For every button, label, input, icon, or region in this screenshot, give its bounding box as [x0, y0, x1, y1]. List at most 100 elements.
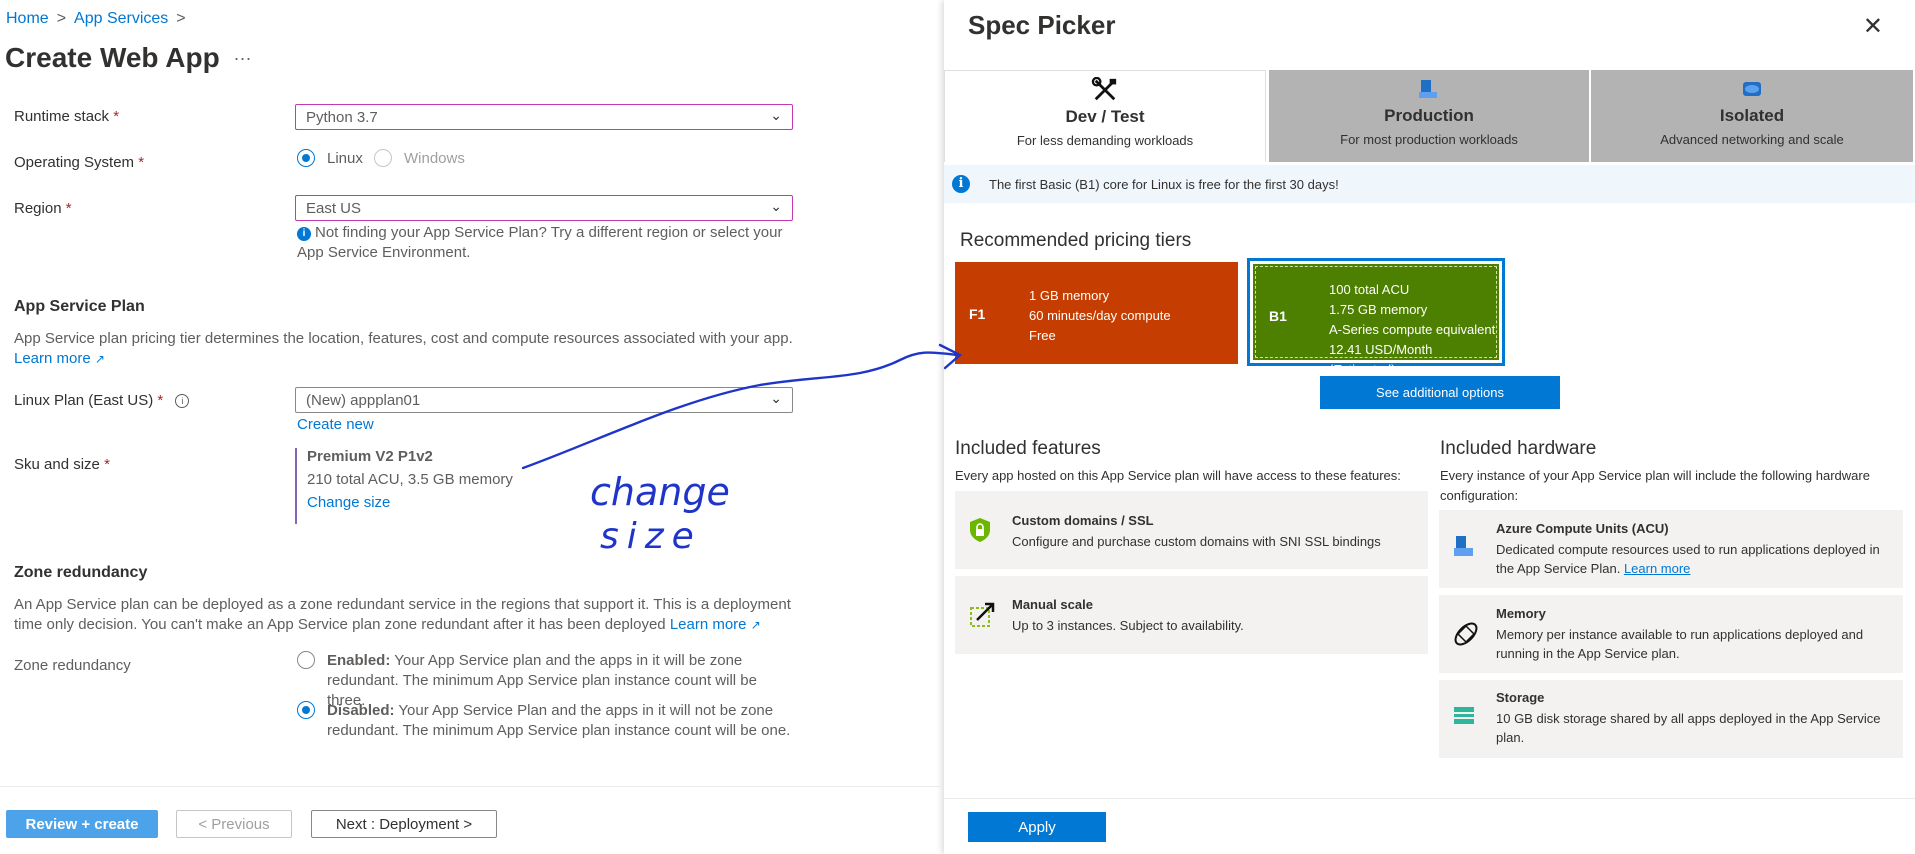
required-mark: *	[65, 200, 72, 217]
region-dropdown[interactable]: East US ⌄	[295, 195, 793, 221]
runtime-stack-label: Runtime stack *	[14, 108, 119, 125]
tier-f1-card[interactable]: F1 1 GB memory 60 minutes/day compute Fr…	[955, 262, 1238, 364]
next-deployment-button[interactable]: Next : Deployment >	[311, 810, 497, 838]
required-mark: *	[104, 456, 110, 473]
tab-production[interactable]: Production For most production workloads	[1269, 70, 1589, 162]
shield-lock-icon	[970, 518, 990, 542]
runtime-stack-dropdown[interactable]: Python 3.7 ⌄	[295, 104, 793, 130]
create-new-link[interactable]: Create new	[297, 416, 374, 433]
included-hardware-subtitle: Every instance of your App Service plan …	[1440, 466, 1870, 506]
feature-title: Manual scale	[1012, 597, 1093, 612]
feature-card-manual-scale: Manual scale Up to 3 instances. Subject …	[955, 576, 1428, 654]
required-mark: *	[157, 392, 164, 409]
required-mark: *	[113, 108, 120, 125]
included-hardware-subtitle-line1: Every instance of your App Service plan …	[1440, 468, 1870, 483]
os-windows-label: Windows	[404, 150, 465, 167]
zone-enabled-radio[interactable]	[297, 651, 315, 669]
chevron-down-icon: ⌄	[770, 198, 782, 214]
storage-icon	[1454, 707, 1474, 724]
included-hardware-heading: Included hardware	[1440, 438, 1597, 459]
page-title: Create Web App	[5, 42, 220, 73]
zone-redundancy-description-line2: time only decision. You can't make an Ap…	[14, 616, 666, 633]
hardware-card-storage: Storage 10 GB disk storage shared by all…	[1439, 680, 1903, 758]
tab-isolated-title: Isolated	[1719, 106, 1785, 125]
feature-desc: Up to 3 instances. Subject to availabili…	[1012, 618, 1244, 633]
tier-b1-fill: B1 100 total ACU 1.75 GB memory A-Series…	[1253, 264, 1499, 377]
sku-size-label-text: Sku and size	[14, 456, 100, 473]
external-link-icon: ↗	[750, 618, 761, 632]
tier-code: F1	[969, 306, 986, 322]
apply-button[interactable]: Apply	[968, 812, 1106, 842]
sku-summary: Premium V2 P1v2 210 total ACU, 3.5 GB me…	[295, 448, 607, 524]
linux-plan-label: Linux Plan (East US) * i	[14, 392, 190, 409]
acu-learn-more-link[interactable]: Learn more	[1624, 561, 1690, 576]
hardware-desc-line1: Dedicated compute resources used to run …	[1496, 542, 1880, 557]
operating-system-label: Operating System *	[14, 154, 144, 171]
os-windows-radio[interactable]	[374, 149, 392, 167]
apply-divider	[944, 798, 1915, 799]
server-icon	[1419, 80, 1437, 98]
tools-icon	[1091, 77, 1117, 101]
learn-more-link[interactable]: Learn more	[14, 350, 91, 367]
operating-system-label-text: Operating System	[14, 154, 135, 171]
feature-title: Custom domains / SSL	[1012, 513, 1154, 528]
spec-picker-title: Spec Picker	[968, 10, 1116, 40]
change-size-link[interactable]: Change size	[307, 494, 607, 511]
breadcrumb-home[interactable]: Home	[6, 10, 49, 28]
info-circle-icon: i	[175, 394, 190, 408]
tab-production-title: Production	[1384, 106, 1474, 125]
create-web-app-blade: Home > App Services > Create Web App ...…	[0, 0, 940, 854]
tab-dev-test[interactable]: Dev / Test For less demanding workloads	[944, 70, 1266, 162]
zone-learn-more-link[interactable]: Learn more	[670, 616, 747, 633]
zone-redundancy-label: Zone redundancy	[14, 657, 131, 674]
hardware-desc-line2: plan.	[1496, 730, 1525, 745]
tab-isolated-subtitle: Advanced networking and scale	[1660, 132, 1844, 147]
included-features-heading: Included features	[955, 438, 1101, 459]
tab-production-subtitle: For most production workloads	[1340, 132, 1518, 147]
tier-b1-card[interactable]: B1 100 total ACU 1.75 GB memory A-Series…	[1247, 258, 1505, 377]
region-value: East US	[306, 200, 362, 217]
review-create-button[interactable]: Review + create	[6, 810, 158, 838]
previous-button[interactable]: < Previous	[176, 810, 292, 838]
os-linux-label: Linux	[327, 150, 363, 167]
sku-detail: 210 total ACU, 3.5 GB memory	[307, 471, 513, 488]
zone-enabled-title: Enabled:	[327, 652, 391, 669]
hardware-desc-line2: running in the App Service plan.	[1496, 646, 1680, 661]
info-icon: i	[297, 227, 311, 241]
info-banner-text: The first Basic (B1) core for Linux is f…	[989, 176, 1339, 192]
more-options-button[interactable]: ...	[234, 44, 252, 65]
tab-dev-test-title: Dev / Test	[1065, 107, 1145, 126]
app-service-plan-heading: App Service Plan	[14, 298, 145, 315]
hardware-title: Azure Compute Units (ACU)	[1496, 521, 1669, 536]
zone-redundancy-description: An App Service plan can be deployed as a…	[14, 595, 814, 635]
runtime-stack-label-text: Runtime stack	[14, 108, 110, 125]
app-service-plan-description-text: App Service plan pricing tier determines…	[14, 330, 793, 347]
tier-detail-line: 1 GB memory	[1029, 288, 1110, 303]
hardware-card-acu: Azure Compute Units (ACU) Dedicated comp…	[1439, 510, 1903, 588]
breadcrumb: Home > App Services >	[6, 10, 186, 28]
region-hint-text: Not finding your App Service Plan? Try a…	[297, 224, 783, 261]
linux-plan-dropdown[interactable]: (New) appplan01 ⌄	[295, 387, 793, 413]
tier-code: B1	[1269, 308, 1287, 324]
zone-disabled-text-2: redundant. The minimum App Service plan …	[327, 722, 791, 739]
tab-isolated[interactable]: Isolated Advanced networking and scale	[1591, 70, 1913, 162]
os-linux-radio[interactable]	[297, 149, 315, 167]
breadcrumb-separator: >	[176, 10, 186, 27]
hardware-desc: 10 GB disk storage shared by all apps de…	[1496, 709, 1880, 747]
see-additional-options-button[interactable]: See additional options	[1320, 376, 1560, 409]
breadcrumb-separator: >	[56, 10, 67, 27]
zone-disabled-radio[interactable]	[297, 701, 315, 719]
hardware-desc: Dedicated compute resources used to run …	[1496, 540, 1880, 578]
zone-enabled-text-1: Your App Service plan and the apps in it…	[390, 652, 743, 669]
hardware-card-memory: Memory Memory per instance available to …	[1439, 595, 1903, 673]
close-icon[interactable]: ✕	[1863, 12, 1883, 41]
info-icon: i	[952, 175, 970, 193]
tier-detail-line: 60 minutes/day compute	[1029, 308, 1171, 323]
tier-detail-line: 12.41 USD/Month (Estimated)	[1329, 342, 1433, 377]
compute-icon	[1454, 536, 1473, 556]
zone-disabled-title: Disabled:	[327, 702, 395, 719]
zone-redundancy-description-line1: An App Service plan can be deployed as a…	[14, 596, 791, 613]
hardware-title: Storage	[1496, 690, 1545, 705]
info-banner: i The first Basic (B1) core for Linux is…	[944, 165, 1915, 203]
breadcrumb-app-services[interactable]: App Services	[74, 10, 168, 28]
